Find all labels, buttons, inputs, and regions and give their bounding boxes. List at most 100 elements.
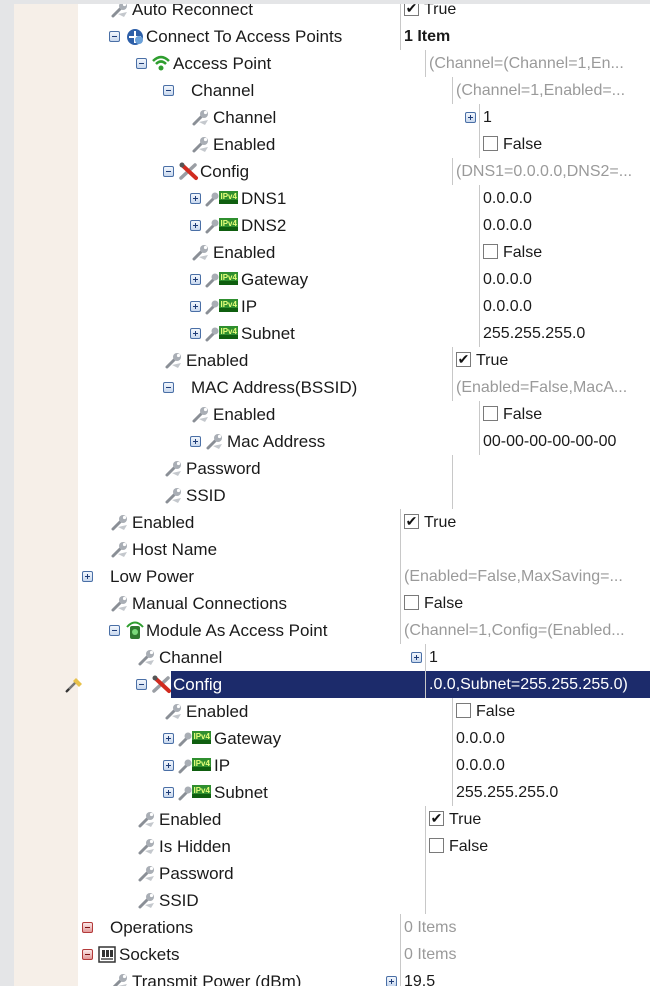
property-value[interactable]: 255.255.255.0 (456, 779, 648, 806)
property-row[interactable]: IPv4 DNS1 0.0.0.0 (14, 185, 650, 212)
property-value[interactable]: (DNS1=0.0.0.0,DNS2=... (456, 158, 648, 185)
property-value[interactable]: (Enabled=False,MacA... (456, 374, 648, 401)
property-row[interactable]: IPv4 IP 0.0.0.0 (14, 293, 650, 320)
expand-icon[interactable] (190, 274, 201, 285)
property-value[interactable]: True (424, 509, 648, 536)
property-value[interactable]: 1 (483, 104, 648, 131)
property-row[interactable]: Enabled ✔ True (14, 509, 650, 536)
property-row[interactable]: Auto Reconnect ✔ True (14, 4, 650, 23)
value-checkbox[interactable] (404, 595, 419, 610)
property-value[interactable]: (Enabled=False,MaxSaving=... (404, 563, 648, 590)
value-checkbox[interactable]: ✔ (456, 352, 471, 367)
property-value[interactable] (456, 482, 648, 509)
property-value[interactable]: False (503, 401, 648, 428)
property-value[interactable] (456, 455, 648, 482)
property-value[interactable]: False (503, 131, 648, 158)
property-row[interactable]: Mac Address 00-00-00-00-00-00 (14, 428, 650, 455)
collapse-icon[interactable] (163, 85, 174, 96)
collapse-icon[interactable] (109, 625, 120, 636)
property-value[interactable] (404, 536, 648, 563)
property-row[interactable]: Low Power (Enabled=False,MaxSaving=... (14, 563, 650, 590)
property-value[interactable]: 1 (429, 644, 648, 671)
property-row[interactable]: IPv4 Subnet 255.255.255.0 (14, 779, 650, 806)
property-row[interactable]: Module As Access Point (Channel=1,Config=… (14, 617, 650, 644)
property-value[interactable]: 19.5 (404, 968, 648, 986)
property-value[interactable]: False (449, 833, 648, 860)
collapse-icon[interactable] (163, 382, 174, 393)
property-row[interactable]: IPv4 Gateway 0.0.0.0 (14, 725, 650, 752)
property-row[interactable]: Password (14, 860, 650, 887)
property-row[interactable]: Enabled ✔ True (14, 806, 650, 833)
property-value[interactable]: (Channel=(Channel=1,En... (429, 50, 648, 77)
collapse-icon[interactable] (136, 58, 147, 69)
property-row[interactable]: Enabled False (14, 239, 650, 266)
expand-icon[interactable] (163, 733, 174, 744)
value-checkbox[interactable] (483, 406, 498, 421)
value-checkbox[interactable]: ✔ (429, 811, 444, 826)
property-value[interactable]: False (503, 239, 648, 266)
expand-icon[interactable] (190, 220, 201, 231)
collapse-icon[interactable] (136, 679, 147, 690)
property-value[interactable]: False (424, 590, 648, 617)
property-row[interactable]: Config (DNS1=0.0.0.0,DNS2=... (14, 158, 650, 185)
property-row[interactable]: Transmit Power (dBm) 19.5 (14, 968, 650, 986)
value-checkbox[interactable] (483, 244, 498, 259)
property-value[interactable]: True (449, 806, 648, 833)
value-checkbox[interactable]: ✔ (404, 4, 419, 16)
property-value[interactable] (429, 860, 648, 887)
collapse-icon[interactable] (109, 31, 120, 42)
property-row[interactable]: Config .0.0,Subnet=255.255.255.0) (14, 671, 650, 698)
property-value[interactable]: 0.0.0.0 (483, 266, 648, 293)
property-row[interactable]: MAC Address(BSSID) (Enabled=False,MacA... (14, 374, 650, 401)
property-row[interactable]: Enabled ✔ True (14, 347, 650, 374)
expand-icon[interactable] (386, 976, 397, 986)
property-row[interactable]: IPv4 Subnet 255.255.255.0 (14, 320, 650, 347)
property-value[interactable]: 0.0.0.0 (483, 185, 648, 212)
property-value[interactable]: True (424, 4, 648, 23)
expand-icon[interactable] (190, 301, 201, 312)
value-checkbox[interactable] (429, 838, 444, 853)
property-row[interactable]: SSID (14, 482, 650, 509)
property-value[interactable]: 0.0.0.0 (483, 293, 648, 320)
property-row[interactable]: IPv4 IP 0.0.0.0 (14, 752, 650, 779)
property-row[interactable]: Connect To Access Points 1 Item (14, 23, 650, 50)
expand-icon[interactable] (82, 571, 93, 582)
property-row[interactable]: IPv4 DNS2 0.0.0.0 (14, 212, 650, 239)
property-value[interactable]: 0.0.0.0 (456, 725, 648, 752)
property-row[interactable]: Is Hidden False (14, 833, 650, 860)
expand-icon[interactable] (190, 436, 201, 447)
property-row[interactable]: Channel (Channel=1,Enabled=... (14, 77, 650, 104)
property-value[interactable]: (Channel=1,Config=(Enabled... (404, 617, 648, 644)
property-row[interactable]: SSID (14, 887, 650, 914)
property-row[interactable]: Channel 1 (14, 644, 650, 671)
expand-icon[interactable] (190, 193, 201, 204)
property-row[interactable]: Enabled False (14, 401, 650, 428)
property-value[interactable]: 0 Items (404, 941, 648, 968)
property-row[interactable]: Enabled False (14, 131, 650, 158)
expand-icon[interactable] (163, 787, 174, 798)
property-value[interactable]: 1 Item (404, 23, 648, 50)
property-value[interactable]: .0.0,Subnet=255.255.255.0) (426, 671, 650, 698)
property-value[interactable]: True (476, 347, 648, 374)
property-row[interactable]: Access Point (Channel=(Channel=1,En... (14, 50, 650, 77)
expand-icon[interactable] (190, 328, 201, 339)
property-row[interactable]: Operations 0 Items (14, 914, 650, 941)
property-row[interactable]: Channel 1 (14, 104, 650, 131)
property-value[interactable]: 0.0.0.0 (483, 212, 648, 239)
expand-icon[interactable] (163, 760, 174, 771)
property-value[interactable]: (Channel=1,Enabled=... (456, 77, 648, 104)
property-value[interactable] (429, 887, 648, 914)
property-value[interactable]: 0 Items (404, 914, 648, 941)
value-checkbox[interactable] (483, 136, 498, 151)
expand-icon[interactable] (411, 652, 422, 663)
property-row[interactable]: Sockets 0 Items (14, 941, 650, 968)
collapse-icon[interactable] (82, 922, 93, 933)
value-checkbox[interactable]: ✔ (404, 514, 419, 529)
expand-icon[interactable] (465, 112, 476, 123)
property-value[interactable]: 255.255.255.0 (483, 320, 648, 347)
property-value[interactable]: False (476, 698, 648, 725)
collapse-icon[interactable] (163, 166, 174, 177)
property-row[interactable]: IPv4 Gateway 0.0.0.0 (14, 266, 650, 293)
property-value[interactable]: 0.0.0.0 (456, 752, 648, 779)
property-value[interactable]: 00-00-00-00-00-00 (483, 428, 648, 455)
